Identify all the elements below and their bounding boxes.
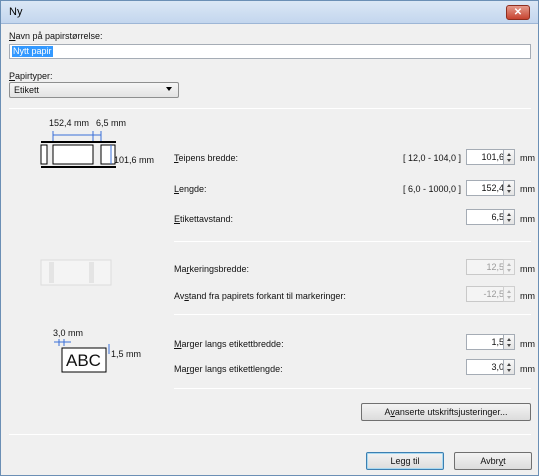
close-icon[interactable]: ✕ (506, 5, 530, 20)
diagram-sample-text: ABC (66, 351, 101, 370)
window-title: Ny (9, 6, 23, 18)
tape-width-input[interactable]: 101,6 (466, 149, 508, 165)
divider (174, 388, 531, 389)
margin-width-input[interactable]: 1,5 (466, 334, 508, 350)
diagram-width-text: 152,4 mm (49, 118, 90, 128)
mark-width-stepper[interactable] (503, 259, 515, 275)
divider (9, 108, 531, 109)
label-diagram-graphic (40, 131, 116, 168)
paper-type-dropdown[interactable]: Etikett (9, 82, 179, 98)
spin-up-icon[interactable] (507, 184, 511, 187)
paper-name-input[interactable]: Nytt papir (9, 44, 531, 59)
tape-width-range: [ 12,0 - 104,0 ] (402, 153, 461, 163)
cancel-button[interactable]: Avbryt (454, 452, 532, 470)
spin-down-icon[interactable] (507, 344, 511, 347)
length-stepper[interactable] (503, 180, 515, 196)
label-gap-stepper[interactable] (503, 209, 515, 225)
divider (174, 241, 531, 242)
spin-down-icon[interactable] (507, 190, 511, 193)
chevron-down-icon (166, 87, 172, 91)
label-gap-input[interactable]: 6,5 (466, 209, 508, 225)
dialog-window: Ny ✕ Navn på papirstørrelse: Nytt papir … (0, 0, 539, 476)
mark-width-input[interactable]: 12,5 (466, 259, 508, 275)
paper-type-label: Papirtyper: (9, 71, 53, 81)
spin-down-icon[interactable] (507, 269, 511, 272)
diagram-top-margin-text: 3,0 mm (53, 328, 84, 338)
spin-up-icon[interactable] (507, 153, 511, 156)
length-input[interactable]: 152,4 (466, 180, 508, 196)
spin-up-icon[interactable] (507, 213, 511, 216)
margin-length-stepper[interactable] (503, 359, 515, 375)
spin-down-icon[interactable] (507, 369, 511, 372)
title-bar: Ny ✕ (1, 1, 538, 24)
paper-type-value: Etikett (14, 85, 40, 95)
spin-up-icon[interactable] (507, 338, 511, 341)
length-range: [ 6,0 - 1000,0 ] (402, 184, 461, 194)
margin-length-input[interactable]: 3,0 (466, 359, 508, 375)
mark-diagram-graphic (40, 259, 112, 286)
divider (9, 434, 531, 435)
diagram-gap-text: 6,5 mm (96, 118, 127, 128)
add-button[interactable]: Legg til (366, 452, 444, 470)
spin-down-icon[interactable] (507, 159, 511, 162)
spin-down-icon[interactable] (507, 219, 511, 222)
tape-width-stepper[interactable] (503, 149, 515, 165)
spin-up-icon[interactable] (507, 263, 511, 266)
paper-name-value: Nytt papir (12, 46, 53, 57)
divider (174, 314, 531, 315)
advanced-settings-button[interactable]: Avanserte utskriftsjusteringer... (361, 403, 531, 421)
mark-offset-input[interactable]: -12,5 (466, 286, 508, 302)
margin-width-stepper[interactable] (503, 334, 515, 350)
spin-down-icon[interactable] (507, 296, 511, 299)
mark-offset-stepper[interactable] (503, 286, 515, 302)
diagram-height-text: 101,6 mm (114, 155, 155, 165)
spin-up-icon[interactable] (507, 363, 511, 366)
paper-name-label: Navn på papirstørrelse: (9, 31, 103, 41)
spin-up-icon[interactable] (507, 290, 511, 293)
